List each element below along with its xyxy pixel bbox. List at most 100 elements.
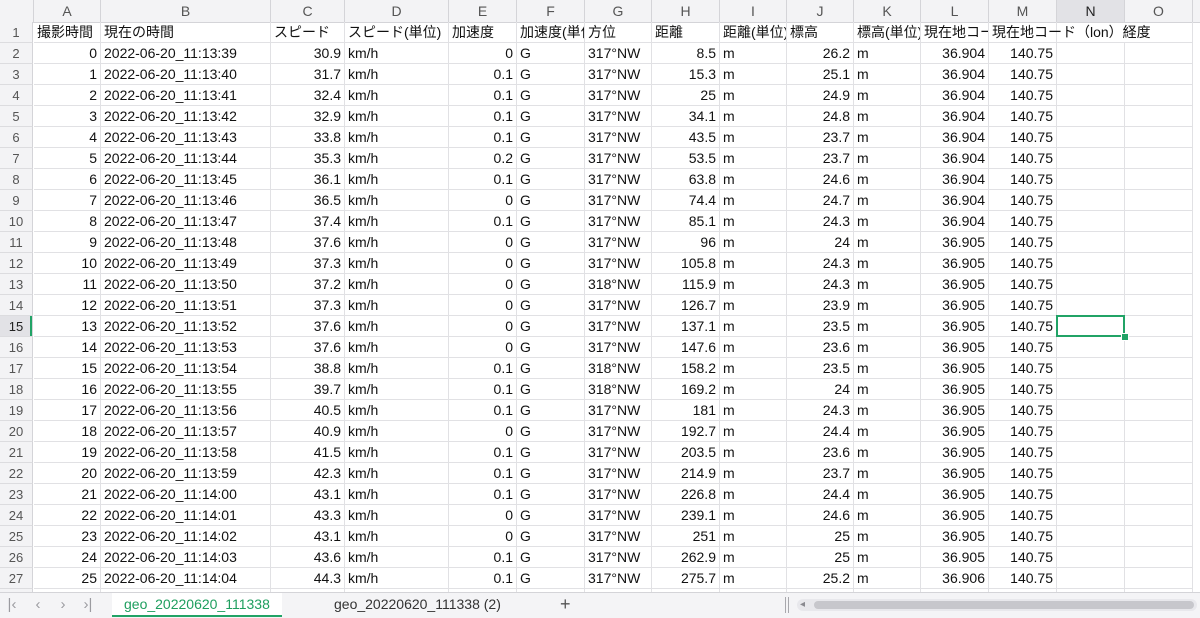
cell-h27[interactable]: 275.7 (652, 568, 720, 589)
cell-k16[interactable]: m (854, 337, 921, 358)
cell-e25[interactable]: 0 (449, 526, 517, 547)
cell-e7[interactable]: 0.2 (449, 148, 517, 169)
cell-n27[interactable] (1057, 568, 1125, 589)
cell-k26[interactable]: m (854, 547, 921, 568)
cell-a23[interactable]: 21 (34, 484, 101, 505)
cell-m18[interactable]: 140.75 (989, 379, 1057, 400)
cell-d3[interactable]: km/h (345, 64, 449, 85)
cell-c16[interactable]: 37.6 (271, 337, 345, 358)
cell-l5[interactable]: 36.904 (921, 106, 989, 127)
cell-h23[interactable]: 226.8 (652, 484, 720, 505)
column-header-h[interactable]: H (652, 0, 720, 22)
cell-b18[interactable]: 2022-06-20_11:13:55 (101, 379, 271, 400)
cell-e10[interactable]: 0.1 (449, 211, 517, 232)
cell-g18[interactable]: 318°NW (585, 379, 652, 400)
cell-b25[interactable]: 2022-06-20_11:14:02 (101, 526, 271, 547)
cell-f15[interactable]: G (517, 316, 585, 337)
cell-m23[interactable]: 140.75 (989, 484, 1057, 505)
cell-c23[interactable]: 43.1 (271, 484, 345, 505)
cell-b12[interactable]: 2022-06-20_11:13:49 (101, 253, 271, 274)
cell-l15[interactable]: 36.905 (921, 316, 989, 337)
cell-l13[interactable]: 36.905 (921, 274, 989, 295)
cell-d18[interactable]: km/h (345, 379, 449, 400)
cell-l20[interactable]: 36.905 (921, 421, 989, 442)
fill-handle[interactable] (1121, 333, 1129, 341)
row-header-7[interactable]: 7 (0, 148, 33, 169)
cell-o2[interactable] (1125, 43, 1193, 64)
cell-l22[interactable]: 36.905 (921, 463, 989, 484)
cell-o13[interactable] (1125, 274, 1193, 295)
cell-g14[interactable]: 317°NW (585, 295, 652, 316)
cell-h4[interactable]: 25 (652, 85, 720, 106)
cell-o17[interactable] (1125, 358, 1193, 379)
cell-j20[interactable]: 24.4 (787, 421, 854, 442)
cell-g15[interactable]: 317°NW (585, 316, 652, 337)
column-header-g[interactable]: G (585, 0, 652, 22)
cell-o25[interactable] (1125, 526, 1193, 547)
cell-n7[interactable] (1057, 148, 1125, 169)
row-header-12[interactable]: 12 (0, 253, 33, 274)
cell-k21[interactable]: m (854, 442, 921, 463)
cell-c26[interactable]: 43.6 (271, 547, 345, 568)
cell-a18[interactable]: 16 (34, 379, 101, 400)
cell-h17[interactable]: 158.2 (652, 358, 720, 379)
cell-b23[interactable]: 2022-06-20_11:14:00 (101, 484, 271, 505)
column-header-k[interactable]: K (854, 0, 921, 22)
cell-k11[interactable]: m (854, 232, 921, 253)
cell-n19[interactable] (1057, 400, 1125, 421)
cell-d11[interactable]: km/h (345, 232, 449, 253)
cell-e9[interactable]: 0 (449, 190, 517, 211)
spreadsheet-grid[interactable]: ABCDEFGHIJKLMNO 1 撮影時間 現在の時間 スピード スピード(単位) 加速… (0, 0, 1200, 592)
cell-e2[interactable]: 0 (449, 43, 517, 64)
cell-j11[interactable]: 24 (787, 232, 854, 253)
cell-a5[interactable]: 3 (34, 106, 101, 127)
cell-a22[interactable]: 20 (34, 463, 101, 484)
cell-e20[interactable]: 0 (449, 421, 517, 442)
scroll-left-icon[interactable]: ◂ (800, 599, 805, 611)
cell-b17[interactable]: 2022-06-20_11:13:54 (101, 358, 271, 379)
cell-c24[interactable]: 43.3 (271, 505, 345, 526)
cell-b4[interactable]: 2022-06-20_11:13:41 (101, 85, 271, 106)
cell-e19[interactable]: 0.1 (449, 400, 517, 421)
cell-k12[interactable]: m (854, 253, 921, 274)
cell-a26[interactable]: 24 (34, 547, 101, 568)
cell-e6[interactable]: 0.1 (449, 127, 517, 148)
cell-b27[interactable]: 2022-06-20_11:14:04 (101, 568, 271, 589)
cell-m16[interactable]: 140.75 (989, 337, 1057, 358)
header-cell-i[interactable]: 距離(単位) (720, 22, 787, 43)
cell-a11[interactable]: 9 (34, 232, 101, 253)
cell-n13[interactable] (1057, 274, 1125, 295)
cell-i12[interactable]: m (720, 253, 787, 274)
cell-d26[interactable]: km/h (345, 547, 449, 568)
cell-h5[interactable]: 34.1 (652, 106, 720, 127)
cell-m10[interactable]: 140.75 (989, 211, 1057, 232)
cell-l11[interactable]: 36.905 (921, 232, 989, 253)
header-cell-h[interactable]: 距離 (652, 22, 720, 43)
cell-l6[interactable]: 36.904 (921, 127, 989, 148)
prev-sheet-icon[interactable]: ‹ (30, 595, 46, 615)
cell-g22[interactable]: 317°NW (585, 463, 652, 484)
cell-j25[interactable]: 25 (787, 526, 854, 547)
cell-f12[interactable]: G (517, 253, 585, 274)
cell-a12[interactable]: 10 (34, 253, 101, 274)
cell-l26[interactable]: 36.905 (921, 547, 989, 568)
cell-h13[interactable]: 115.9 (652, 274, 720, 295)
cell-g6[interactable]: 317°NW (585, 127, 652, 148)
cell-f27[interactable]: G (517, 568, 585, 589)
cell-a17[interactable]: 15 (34, 358, 101, 379)
cell-i6[interactable]: m (720, 127, 787, 148)
row-header-14[interactable]: 14 (0, 295, 33, 316)
header-cell-j[interactable]: 標高 (787, 22, 854, 43)
cell-k23[interactable]: m (854, 484, 921, 505)
sheet-tab-geo-1[interactable]: geo_20220620_111338 (112, 593, 282, 617)
cell-c14[interactable]: 37.3 (271, 295, 345, 316)
cell-e27[interactable]: 0.1 (449, 568, 517, 589)
cell-g26[interactable]: 317°NW (585, 547, 652, 568)
cell-n12[interactable] (1057, 253, 1125, 274)
cell-b14[interactable]: 2022-06-20_11:13:51 (101, 295, 271, 316)
row-header-3[interactable]: 3 (0, 64, 33, 85)
cell-l14[interactable]: 36.905 (921, 295, 989, 316)
cell-g20[interactable]: 317°NW (585, 421, 652, 442)
cell-j5[interactable]: 24.8 (787, 106, 854, 127)
cell-a4[interactable]: 2 (34, 85, 101, 106)
